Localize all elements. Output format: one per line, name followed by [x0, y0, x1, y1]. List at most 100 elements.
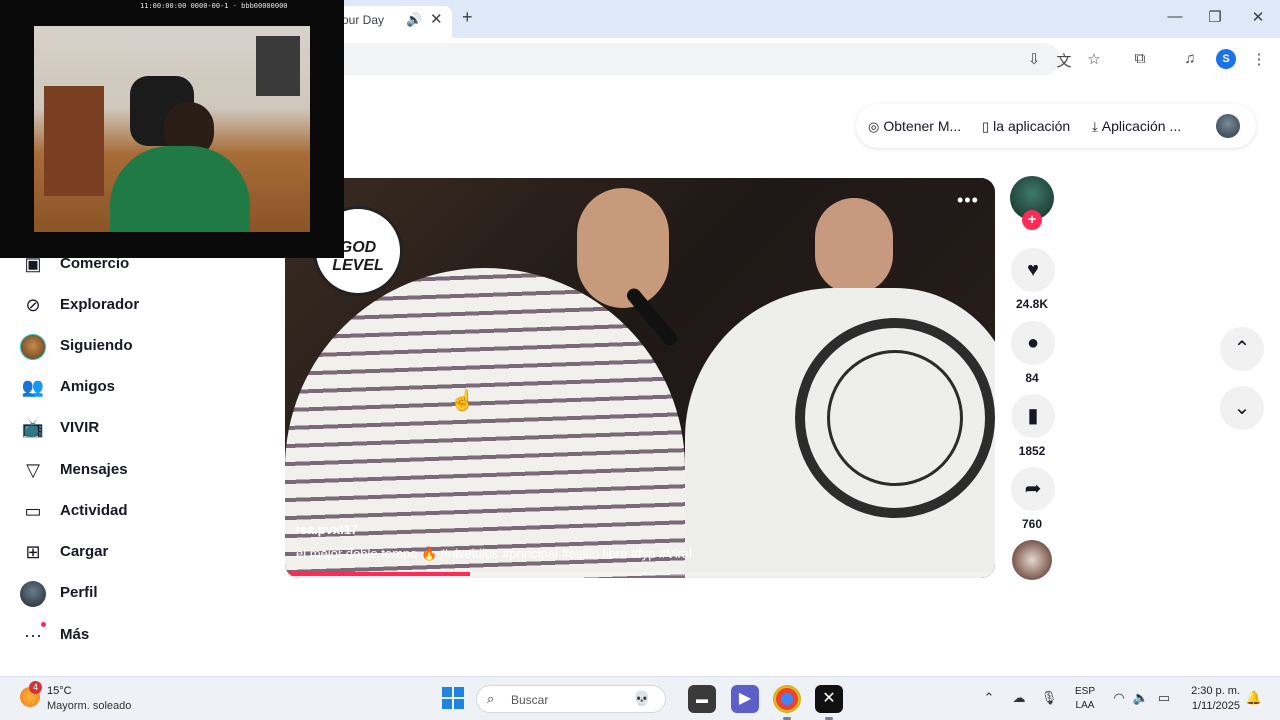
system-clock[interactable]: 2:30 p. m. 1/11/2025: [1182, 684, 1240, 714]
sidebar-item-mas[interactable]: ··· Más: [20, 620, 260, 650]
taskbar: 4 15°C Mayorm. soleado ⌕ Buscar 💀 ▬ ▶ ✕ …: [0, 676, 1280, 720]
webcam-furniture: [256, 36, 300, 96]
microphone-icon[interactable]: 🎙: [1040, 690, 1058, 706]
heart-icon: ♥: [1027, 259, 1039, 281]
windows-start-icon[interactable]: [442, 687, 464, 709]
search-icon: ⌕: [487, 691, 495, 706]
tray-expand-icon[interactable]: ⌃: [980, 690, 998, 706]
browser-menu-icon[interactable]: ⋮: [1249, 50, 1269, 68]
volume-icon[interactable]: 🔈: [1132, 690, 1150, 706]
comment-icon: ●: [1026, 332, 1040, 354]
mouse-cursor-icon: ☝: [450, 390, 475, 412]
webcam-furniture: [44, 86, 104, 196]
shirt-emblem-inner: [827, 350, 963, 486]
sidebar-item-label: Siguiendo: [60, 337, 133, 354]
video-person: [577, 188, 669, 308]
get-coins-button[interactable]: ◎ Obtener M...: [868, 118, 961, 135]
sidebar-item-label: Perfil: [60, 584, 98, 601]
cloud-icon[interactable]: ☁: [1010, 690, 1028, 706]
bookmark-star-icon[interactable]: ☆: [1084, 50, 1104, 68]
sidebar-item-mensajes[interactable]: ▽ Mensajes: [20, 455, 260, 485]
new-tab-button[interactable]: +: [462, 7, 473, 28]
activity-icon: ▭: [24, 501, 42, 521]
notification-dot: [41, 622, 46, 627]
taskbar-search[interactable]: ⌕ Buscar 💀: [476, 685, 666, 713]
sidebar-item-explorador[interactable]: ⊘ Explorador: [20, 290, 260, 320]
desktop-app-button[interactable]: ⤓ Aplicación ...: [1092, 118, 1181, 135]
webcam-feed: [34, 26, 310, 232]
video-username[interactable]: isa.pvxl17: [296, 522, 358, 537]
follow-plus-icon[interactable]: +: [1022, 210, 1042, 230]
music-disc[interactable]: [1012, 540, 1052, 580]
media-control-icon[interactable]: ♫: [1180, 50, 1200, 67]
keyboard-layout: LAA: [1075, 700, 1095, 711]
video-progress-bar[interactable]: [285, 572, 995, 576]
webcam-overlay: 11:00:00:00 0000-00-1 · bbb00000000: [0, 0, 344, 258]
start-tile: [454, 699, 464, 709]
translate-icon[interactable]: 文: [1054, 50, 1074, 71]
file-explorer-icon[interactable]: ▬: [688, 685, 716, 713]
wifi-icon[interactable]: ◠: [1110, 690, 1128, 706]
tab-close-icon[interactable]: ✕: [430, 10, 443, 28]
video-person: [815, 198, 893, 294]
speaker-icon[interactable]: 🔊: [406, 12, 422, 28]
start-tile: [442, 687, 452, 697]
screen: our Day 🔊 ✕ + — ❐ ✕ ⇩ 文 ☆ ⧉ ♫ S ⋮ ◎ Obten…: [0, 0, 1280, 720]
webcam-person-shirt: [110, 146, 250, 232]
start-tile: [454, 687, 464, 697]
sidebar-item-amigos[interactable]: 👥 Amigos: [20, 372, 260, 402]
sidebar-item-siguiendo[interactable]: Siguiendo: [20, 331, 260, 361]
notifications-bell-icon[interactable]: 🔔: [1245, 690, 1263, 706]
user-avatar[interactable]: [1216, 114, 1240, 138]
weather-description[interactable]: Mayorm. soleado: [47, 700, 131, 712]
chevron-up-icon: ⌃: [1233, 338, 1251, 360]
browser-profile-avatar[interactable]: S: [1216, 49, 1236, 69]
live-icon: 📺: [21, 418, 45, 438]
get-app-button[interactable]: ▯ la aplicación: [982, 118, 1070, 135]
save-button[interactable]: ▮: [1011, 394, 1055, 438]
like-button[interactable]: ♥: [1011, 248, 1055, 292]
video-progress-fill: [285, 572, 470, 576]
sidebar-item-perfil[interactable]: Perfil: [20, 578, 260, 608]
battery-icon[interactable]: ▭: [1155, 690, 1173, 706]
capcut-icon[interactable]: ✕: [815, 685, 843, 713]
sidebar-item-label: Explorador: [60, 296, 140, 313]
video-person: [685, 288, 995, 578]
language-indicator[interactable]: ESP LAA: [1074, 685, 1096, 713]
sidebar-item-label: Actividad: [60, 502, 128, 519]
clock-date: 1/11/2025: [1191, 700, 1240, 712]
close-window-icon[interactable]: ✕: [1243, 8, 1273, 26]
coin-icon: ◎: [868, 119, 880, 134]
share-count: 760: [1021, 517, 1043, 531]
video-player[interactable]: GOD LEVEL ••• isa.pvxl17 el mejor doble …: [285, 178, 995, 578]
save-count: 1852: [1018, 444, 1046, 458]
tab-search-icon[interactable]: ⧉: [1130, 50, 1150, 67]
install-icon[interactable]: ⇩: [1024, 50, 1044, 68]
sidebar-item-vivir[interactable]: 📺 VIVIR: [20, 413, 260, 443]
video-more-icon[interactable]: •••: [957, 190, 979, 211]
shirt-emblem: [795, 318, 995, 518]
compass-icon: ⊘: [25, 295, 41, 315]
next-video-button[interactable]: ⌄: [1220, 386, 1264, 430]
weather-temperature[interactable]: 15°C: [47, 685, 72, 697]
sidebar-item-label: Cargar: [60, 543, 109, 560]
webcam-info-text: 11:00:00:00 0000-00-1 · bbb00000000: [140, 2, 288, 10]
restore-icon[interactable]: ❐: [1200, 8, 1230, 26]
chrome-icon[interactable]: [773, 685, 801, 713]
friends-icon: 👥: [21, 377, 45, 397]
address-bar[interactable]: [300, 43, 1060, 75]
following-avatar: [20, 334, 46, 360]
header-actions: ◎ Obtener M... ▯ la aplicación ⤓ Aplicación…: [856, 104, 1256, 148]
profile-avatar: [20, 581, 46, 607]
comment-button[interactable]: ●: [1011, 321, 1055, 365]
download-icon: ⤓: [1092, 119, 1098, 134]
sidebar-item-cargar[interactable]: ⊞ Cargar: [20, 537, 260, 567]
share-button[interactable]: ➦: [1011, 467, 1055, 511]
search-placeholder: Buscar: [511, 693, 549, 707]
meet-icon[interactable]: ▶: [731, 685, 759, 713]
previous-video-button[interactable]: ⌃: [1220, 327, 1264, 371]
minimize-icon[interactable]: —: [1160, 8, 1190, 25]
share-icon: ➦: [1024, 478, 1042, 500]
sidebar-item-actividad[interactable]: ▭ Actividad: [20, 496, 260, 526]
upload-icon: ⊞: [25, 542, 41, 562]
